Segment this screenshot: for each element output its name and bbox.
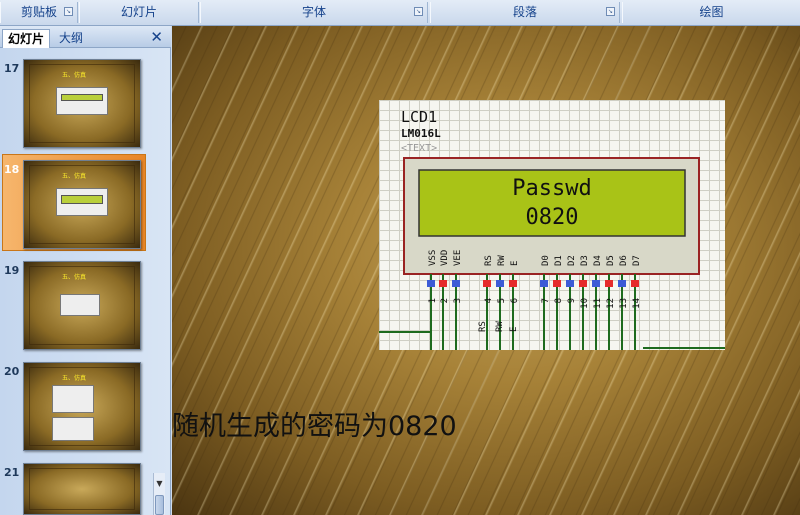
close-icon[interactable]: ✕ <box>150 28 163 46</box>
drawing-group-label: 绘图 <box>699 5 724 19</box>
slide-thumbnail-title: 五、仿真 <box>62 173 87 180</box>
pin-number: 4 <box>484 298 494 303</box>
slide-thumbnail-20[interactable]: 五、仿真 <box>23 362 141 451</box>
lcd-part-label: LM016L <box>401 127 441 140</box>
pin-label: D2 <box>567 255 577 266</box>
pin-number: 3 <box>453 298 463 303</box>
pin-state-marker <box>592 280 600 287</box>
pin-label: D6 <box>619 255 629 266</box>
thumbnail-image <box>56 87 108 115</box>
pin-number: 8 <box>554 298 564 303</box>
pin-state-marker <box>509 280 517 287</box>
pin-label: RS <box>484 255 494 266</box>
lcd-line-1: Passwd <box>512 176 591 201</box>
slides-group[interactable]: 幻灯片 <box>79 2 199 23</box>
pin-state-marker <box>631 280 639 287</box>
wire-label-e: E <box>509 327 519 332</box>
slide-thumbnail-18[interactable]: 五、仿真 <box>23 160 141 249</box>
panel-scrollbar[interactable]: ▼ <box>153 473 165 515</box>
slide-thumbnail-title: 五、仿真 <box>62 375 87 382</box>
slide-canvas[interactable]: LCD1 LM016L <TEXT> Passwd 0820 VSS 1 VDD 2 V… <box>172 26 800 515</box>
pin-state-marker <box>439 280 447 287</box>
pin-label: RW <box>497 255 507 266</box>
dialog-launcher-icon[interactable]: ↘ <box>606 7 615 16</box>
slide-number: 21 <box>4 466 20 479</box>
clipboard-group-label: 剪贴板 <box>20 5 57 19</box>
pin-state-marker <box>579 280 587 287</box>
pin-state-marker <box>566 280 574 287</box>
lcd-text-tag: <TEXT> <box>401 143 437 154</box>
slides-panel: 幻灯片 大纲 ✕ 17 五、仿真 18 五、仿真 19 五、仿真 20 五、仿真… <box>0 26 171 515</box>
clipboard-group[interactable]: 剪贴板 ↘ <box>0 2 78 23</box>
pin-label: VEE <box>453 250 463 266</box>
wire-label-rw: RW <box>495 321 505 332</box>
pin-state-marker <box>553 280 561 287</box>
drawing-group[interactable]: 绘图 <box>622 2 800 23</box>
slide-thumbnail-title: 五、仿真 <box>62 274 87 281</box>
font-group-label: 字体 <box>301 5 326 19</box>
pin-number: 12 <box>606 298 616 309</box>
lcd-simulation-image: LCD1 LM016L <TEXT> Passwd 0820 VSS 1 VDD 2 V… <box>379 100 725 350</box>
scrollbar-thumb[interactable] <box>155 495 164 515</box>
tab-slides[interactable]: 幻灯片 <box>2 29 51 48</box>
pin-label: D1 <box>554 255 564 266</box>
font-group[interactable]: 字体 ↘ <box>200 2 428 23</box>
slide-thumbnail-21[interactable] <box>23 463 141 515</box>
pin-number: 13 <box>619 298 629 309</box>
pin-number: 2 <box>440 298 450 303</box>
lcd-schematic: LCD1 LM016L <TEXT> Passwd 0820 VSS 1 VDD 2 V… <box>379 108 725 350</box>
slide-number: 17 <box>4 62 20 75</box>
dialog-launcher-icon[interactable]: ↘ <box>414 7 423 16</box>
pin-label: E <box>510 261 520 266</box>
pin-label: D5 <box>606 255 616 266</box>
pin-label: VSS <box>428 250 438 266</box>
pin-state-marker <box>618 280 626 287</box>
slide-number: 19 <box>4 264 20 277</box>
ribbon-bar: 剪贴板 ↘ 幻灯片 字体 ↘ 段落 ↘ 绘图 <box>0 0 800 26</box>
pin-state-marker <box>605 280 613 287</box>
pin-number: 9 <box>567 298 577 303</box>
pin-number: 6 <box>510 298 520 303</box>
slides-group-label: 幻灯片 <box>120 5 157 19</box>
wire-label-rs: RS <box>478 321 488 332</box>
pin-number: 5 <box>497 298 507 303</box>
pin-label: D3 <box>580 255 590 266</box>
dialog-launcher-icon[interactable]: ↘ <box>64 7 73 16</box>
pin-label: D7 <box>632 255 642 266</box>
pin-state-marker <box>452 280 460 287</box>
scroll-down-icon[interactable]: ▼ <box>154 479 165 491</box>
slide-number: 18 <box>4 163 20 176</box>
tab-outline[interactable]: 大纲 <box>54 29 88 48</box>
pin-number: 1 <box>428 298 438 303</box>
lcd-ref-label: LCD1 <box>401 108 437 126</box>
thumbnail-image <box>60 294 100 316</box>
pin-number: 14 <box>632 298 642 309</box>
paragraph-group-label: 段落 <box>512 5 537 19</box>
pin-number: 10 <box>580 298 590 309</box>
thumbnail-image <box>52 417 94 441</box>
slide-number: 20 <box>4 365 20 378</box>
thumbnail-image <box>52 385 94 413</box>
lcd-line-2: 0820 <box>526 205 579 230</box>
pin-number: 11 <box>593 298 603 309</box>
pin-state-marker <box>483 280 491 287</box>
paragraph-group[interactable]: 段落 ↘ <box>430 2 620 23</box>
slide-thumbnail-title: 五、仿真 <box>62 72 87 79</box>
pin-state-marker <box>496 280 504 287</box>
pin-state-marker <box>540 280 548 287</box>
panel-tabs: 幻灯片 大纲 ✕ <box>0 26 171 48</box>
slide-thumbnail-19[interactable]: 五、仿真 <box>23 261 141 350</box>
pin-label: D0 <box>541 255 551 266</box>
slide-thumbnail-17[interactable]: 五、仿真 <box>23 59 141 148</box>
thumbnail-image <box>56 188 108 216</box>
pin-label: VDD <box>440 250 450 266</box>
pin-state-marker <box>427 280 435 287</box>
pin-label: D4 <box>593 255 603 266</box>
slide-caption: 随机生成的密码为0820 <box>172 411 457 442</box>
pin-number: 7 <box>541 298 551 303</box>
